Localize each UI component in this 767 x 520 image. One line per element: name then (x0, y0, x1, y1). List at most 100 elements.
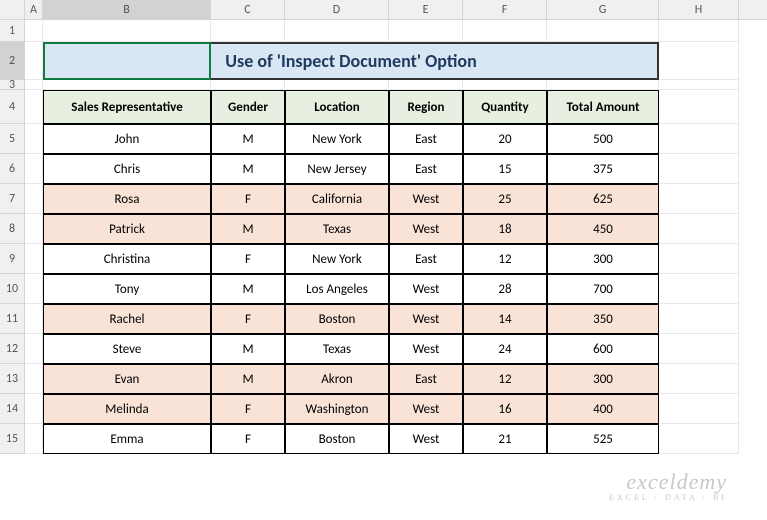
cell-quantity[interactable]: 14 (463, 304, 547, 334)
row-header-8[interactable]: 8 (0, 214, 25, 244)
grid[interactable]: Use of 'Inspect Document' Option Sales R… (25, 20, 767, 454)
cell-region[interactable]: East (389, 364, 463, 394)
cell[interactable] (659, 334, 739, 364)
cell-total[interactable]: 625 (547, 184, 659, 214)
cell[interactable] (25, 184, 43, 214)
cell-region[interactable]: West (389, 424, 463, 454)
cell-total[interactable]: 500 (547, 124, 659, 154)
select-all-corner[interactable] (0, 0, 25, 19)
cell[interactable] (463, 80, 547, 90)
row-header-14[interactable]: 14 (0, 394, 25, 424)
cell-quantity[interactable]: 15 (463, 154, 547, 184)
cell-gender[interactable]: M (211, 154, 285, 184)
cell-rep[interactable]: Rosa (43, 184, 211, 214)
cell[interactable] (659, 214, 739, 244)
cell-region[interactable]: West (389, 274, 463, 304)
cell-rep[interactable]: John (43, 124, 211, 154)
cell[interactable] (285, 20, 389, 42)
table-header-location[interactable]: Location (285, 90, 389, 124)
col-header-g[interactable]: G (547, 0, 659, 19)
cell-location[interactable]: California (285, 184, 389, 214)
cell[interactable] (389, 20, 463, 42)
cell[interactable] (25, 334, 43, 364)
cell-gender[interactable]: M (211, 364, 285, 394)
cell[interactable] (285, 80, 389, 90)
cell-quantity[interactable]: 16 (463, 394, 547, 424)
cell-location[interactable]: New York (285, 244, 389, 274)
cell-total[interactable]: 375 (547, 154, 659, 184)
cell-rep[interactable]: Emma (43, 424, 211, 454)
cell[interactable] (659, 154, 739, 184)
cell-quantity[interactable]: 12 (463, 364, 547, 394)
cell-rep[interactable]: Evan (43, 364, 211, 394)
cell[interactable] (659, 304, 739, 334)
cell[interactable] (25, 124, 43, 154)
cell[interactable] (659, 274, 739, 304)
cell-location[interactable]: Boston (285, 304, 389, 334)
cell[interactable] (25, 154, 43, 184)
cell[interactable] (659, 394, 739, 424)
cell-rep[interactable]: Chris (43, 154, 211, 184)
cell[interactable] (211, 80, 285, 90)
cell-total[interactable]: 300 (547, 244, 659, 274)
cell-total[interactable]: 600 (547, 334, 659, 364)
cell-gender[interactable]: F (211, 394, 285, 424)
cell-quantity[interactable]: 12 (463, 244, 547, 274)
cell-total[interactable]: 300 (547, 364, 659, 394)
row-header-9[interactable]: 9 (0, 244, 25, 274)
row-header-3[interactable]: 3 (0, 80, 25, 90)
cell-gender[interactable]: F (211, 424, 285, 454)
col-header-d[interactable]: D (285, 0, 389, 19)
cell-total[interactable]: 450 (547, 214, 659, 244)
cell[interactable] (25, 424, 43, 454)
table-header-total[interactable]: Total Amount (547, 90, 659, 124)
cell-region[interactable]: East (389, 124, 463, 154)
row-header-7[interactable]: 7 (0, 184, 25, 214)
cell[interactable] (25, 80, 43, 90)
cell-region[interactable]: West (389, 214, 463, 244)
cell-rep[interactable]: Steve (43, 334, 211, 364)
cell-rep[interactable]: Rachel (43, 304, 211, 334)
col-header-b[interactable]: B (43, 0, 211, 19)
cell[interactable] (659, 20, 739, 42)
row-header-13[interactable]: 13 (0, 364, 25, 394)
cell-region[interactable]: East (389, 154, 463, 184)
row-header-5[interactable]: 5 (0, 124, 25, 154)
cell[interactable] (659, 424, 739, 454)
cell-rep[interactable]: Christina (43, 244, 211, 274)
cell-region[interactable]: East (389, 244, 463, 274)
cell-quantity[interactable]: 25 (463, 184, 547, 214)
cell-location[interactable]: Akron (285, 364, 389, 394)
cell[interactable] (659, 90, 739, 124)
cell-total[interactable]: 350 (547, 304, 659, 334)
cell[interactable] (547, 80, 659, 90)
cell[interactable] (659, 80, 739, 90)
cell-gender[interactable]: F (211, 184, 285, 214)
cell[interactable] (25, 20, 43, 42)
cell-rep[interactable]: Melinda (43, 394, 211, 424)
cell-total[interactable]: 400 (547, 394, 659, 424)
cell[interactable] (25, 244, 43, 274)
cell-quantity[interactable]: 28 (463, 274, 547, 304)
cell-region[interactable]: West (389, 304, 463, 334)
cell-gender[interactable]: M (211, 334, 285, 364)
cell[interactable] (25, 274, 43, 304)
row-header-6[interactable]: 6 (0, 154, 25, 184)
cell-location[interactable]: Los Angeles (285, 274, 389, 304)
cell[interactable] (659, 124, 739, 154)
cell[interactable] (25, 394, 43, 424)
cell-location[interactable]: New Jersey (285, 154, 389, 184)
cell[interactable] (659, 42, 739, 80)
cell[interactable] (389, 80, 463, 90)
cell-quantity[interactable]: 18 (463, 214, 547, 244)
row-header-12[interactable]: 12 (0, 334, 25, 364)
cell-location[interactable]: Texas (285, 334, 389, 364)
cell-region[interactable]: West (389, 394, 463, 424)
cell[interactable] (659, 244, 739, 274)
row-header-11[interactable]: 11 (0, 304, 25, 334)
cell-total[interactable]: 525 (547, 424, 659, 454)
col-header-c[interactable]: C (211, 0, 285, 19)
cell[interactable] (211, 20, 285, 42)
cell[interactable] (463, 20, 547, 42)
row-header-1[interactable]: 1 (0, 20, 25, 42)
